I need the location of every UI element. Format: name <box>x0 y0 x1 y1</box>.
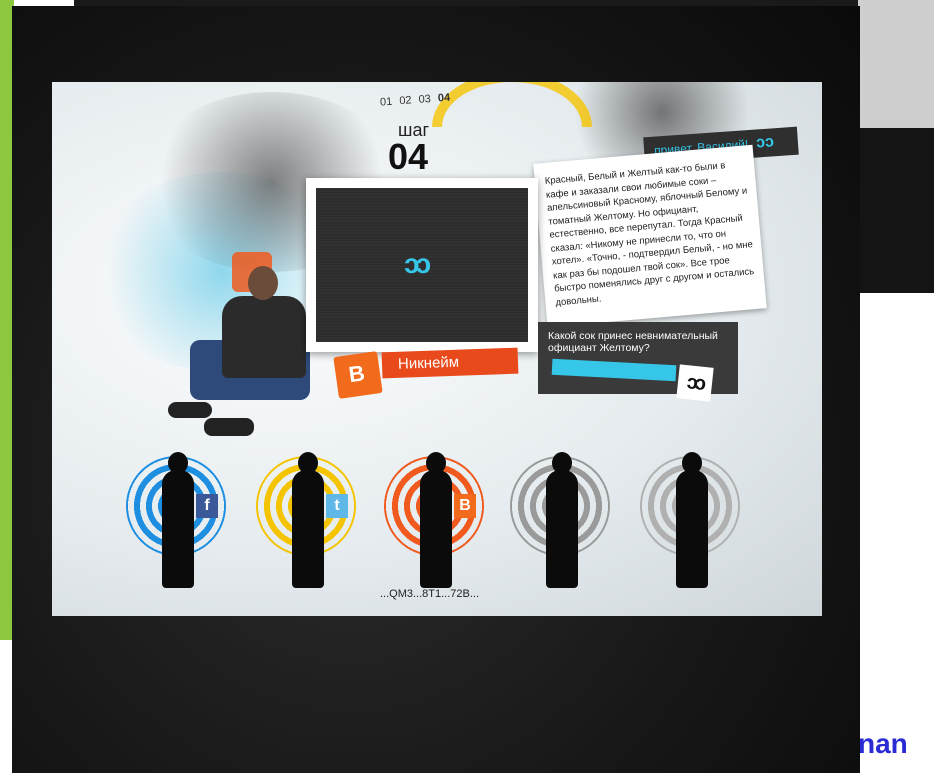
question-text: Какой сок принес невнимательный официант… <box>548 330 718 354</box>
character-woman-figure[interactable] <box>640 452 760 588</box>
silhouette-icon <box>292 452 324 588</box>
submit-answer-button[interactable]: ↄↄ <box>676 364 714 402</box>
silhouette-icon <box>162 452 194 588</box>
captcha-code: ...QM3...8T1...72B... <box>380 588 480 600</box>
nickname-label: Никнейм <box>397 353 460 373</box>
background-panel-white <box>858 293 934 708</box>
silhouette-icon <box>420 452 452 588</box>
step-link-3[interactable]: 03 <box>418 93 431 106</box>
step-link-1[interactable]: 01 <box>380 96 393 109</box>
step-link-2[interactable]: 02 <box>399 94 412 107</box>
answer-input[interactable] <box>551 358 677 382</box>
story-card: Красный, Белый и Желтый как-то были в ка… <box>533 144 767 328</box>
background-panel-dark <box>858 128 934 293</box>
character-figure-grey[interactable] <box>510 452 630 588</box>
blogger-letter: B <box>347 360 367 388</box>
step-number: 04 <box>388 136 429 177</box>
person-image-shoe <box>204 418 254 436</box>
video-player[interactable]: ↄↄ <box>316 188 528 342</box>
character-guitarist[interactable]: f <box>126 452 246 588</box>
character-standing-figure[interactable]: t <box>256 452 376 588</box>
person-image-head <box>248 266 278 300</box>
character-dancer[interactable]: B <box>384 452 504 588</box>
step-link-4[interactable]: 04 <box>437 92 450 105</box>
story-text: Красный, Белый и Желтый как-то были в ка… <box>544 160 755 308</box>
person-image-body <box>222 296 306 378</box>
brand-logo-fragment: nan <box>858 728 908 759</box>
silhouette-icon <box>546 452 578 588</box>
social-badge-icon[interactable]: t <box>326 494 348 518</box>
social-badge-icon[interactable]: B <box>454 494 476 518</box>
play-icon[interactable]: ↄↄ <box>404 248 431 280</box>
social-badge-icon[interactable]: f <box>196 494 218 518</box>
person-image-shoe <box>168 402 212 418</box>
nickname-bar: Никнейм <box>381 347 519 379</box>
blogger-icon[interactable]: B <box>333 351 383 399</box>
silhouette-icon <box>676 452 708 588</box>
video-frame: ↄↄ <box>306 178 538 352</box>
background-panel-grey <box>858 0 934 128</box>
arrow-icon: ↄↄ <box>755 133 775 152</box>
question-box: Какой сок принес невнимательный официант… <box>538 322 738 402</box>
